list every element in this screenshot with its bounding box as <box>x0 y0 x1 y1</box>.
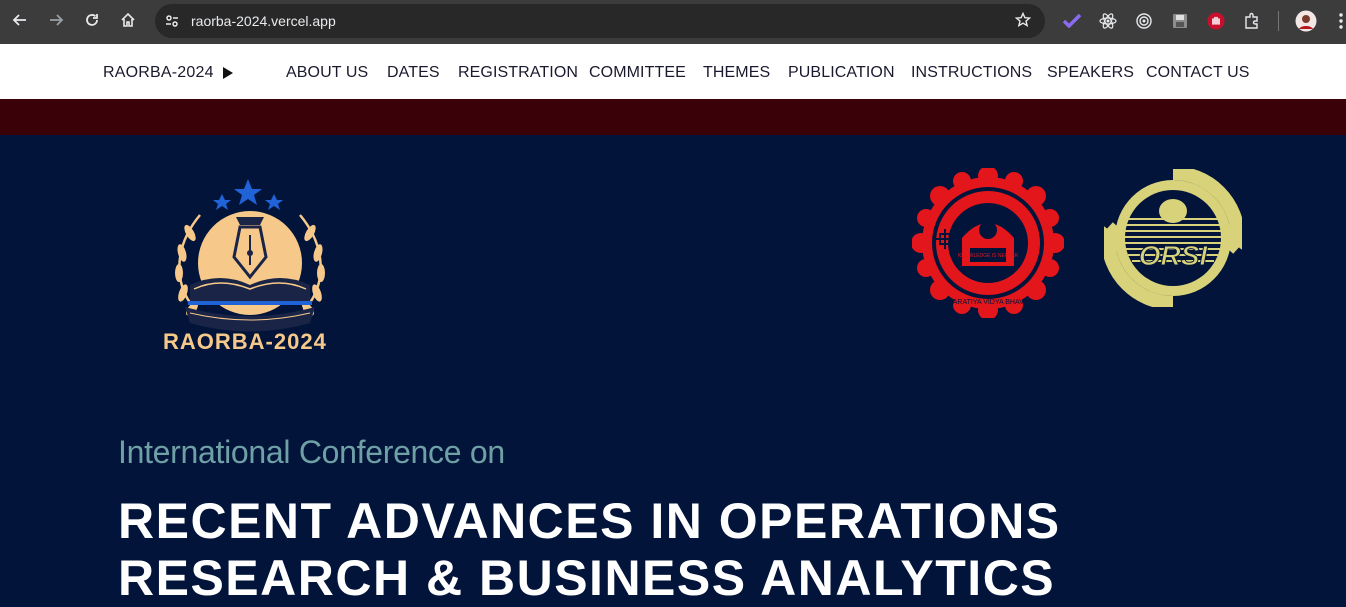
kebab-menu-icon[interactable] <box>1330 10 1346 32</box>
extension-check-icon[interactable] <box>1061 10 1083 32</box>
profile-avatar[interactable] <box>1295 10 1317 32</box>
reload-icon <box>86 14 98 26</box>
play-arrow-icon <box>222 67 233 79</box>
accent-band <box>0 99 1346 135</box>
bvb-name: BHARATIYA VIDYA BHAVAN <box>943 299 1033 306</box>
raorba-logo-text: RAORBA-2024 <box>163 329 327 354</box>
nav-link-themes[interactable]: THEMES <box>703 64 770 82</box>
site-info-icon[interactable] <box>163 12 181 30</box>
forward-arrow-icon <box>50 14 64 26</box>
nav-link-registration[interactable]: REGISTRATION <box>458 64 578 82</box>
nav-link-instructions[interactable]: INSTRUCTIONS <box>911 64 1032 82</box>
bharatiya-vidya-bhavan-logo: KNOWLEDGE IS NECTAR BHARATIYA VIDYA BHAV… <box>912 168 1064 318</box>
orsi-logo: ORSI <box>1104 169 1242 307</box>
url-text[interactable]: raorba-2024.vercel.app <box>191 13 336 29</box>
brand-label: RAORBA-2024 <box>103 64 214 81</box>
hero-subtitle: International Conference on <box>118 434 505 470</box>
target-extension-icon[interactable] <box>1133 10 1155 32</box>
reload-button[interactable] <box>78 6 106 34</box>
nav-link-contact-us[interactable]: CONTACT US <box>1146 64 1250 82</box>
browser-toolbar: raorba-2024.vercel.app <box>0 0 1346 44</box>
bvb-motto: KNOWLEDGE IS NECTAR <box>958 253 1019 259</box>
brand-link[interactable]: RAORBA-2024 <box>103 64 233 82</box>
hero-title-line-2: RESEARCH & BUSINESS ANALYTICS <box>118 550 1056 606</box>
nav-link-committee[interactable]: COMMITTEE <box>589 64 686 82</box>
nav-link-speakers[interactable]: SPEAKERS <box>1047 64 1134 82</box>
save-extension-icon[interactable] <box>1169 10 1191 32</box>
back-arrow-icon <box>12 14 26 26</box>
toolbar-divider <box>1278 11 1279 31</box>
home-button[interactable] <box>114 6 142 34</box>
nav-link-publication[interactable]: PUBLICATION <box>788 64 895 82</box>
star-icon[interactable] <box>1014 11 1032 33</box>
nav-link-dates[interactable]: DATES <box>387 64 440 82</box>
forward-button[interactable] <box>42 6 70 34</box>
orsi-logo-text: ORSI <box>1139 240 1209 271</box>
extensions-puzzle-icon[interactable] <box>1241 10 1263 32</box>
back-button[interactable] <box>6 6 34 34</box>
hero-title-line-1: RECENT ADVANCES IN OPERATIONS <box>118 493 1061 549</box>
address-bar[interactable]: raorba-2024.vercel.app <box>155 4 1045 38</box>
stop-hand-icon[interactable] <box>1205 10 1227 32</box>
react-devtools-icon[interactable] <box>1097 10 1119 32</box>
home-icon <box>121 12 135 27</box>
site-navbar: RAORBA-2024 ABOUT US DATES REGISTRATION … <box>0 44 1346 99</box>
nav-link-about-us[interactable]: ABOUT US <box>286 64 368 82</box>
